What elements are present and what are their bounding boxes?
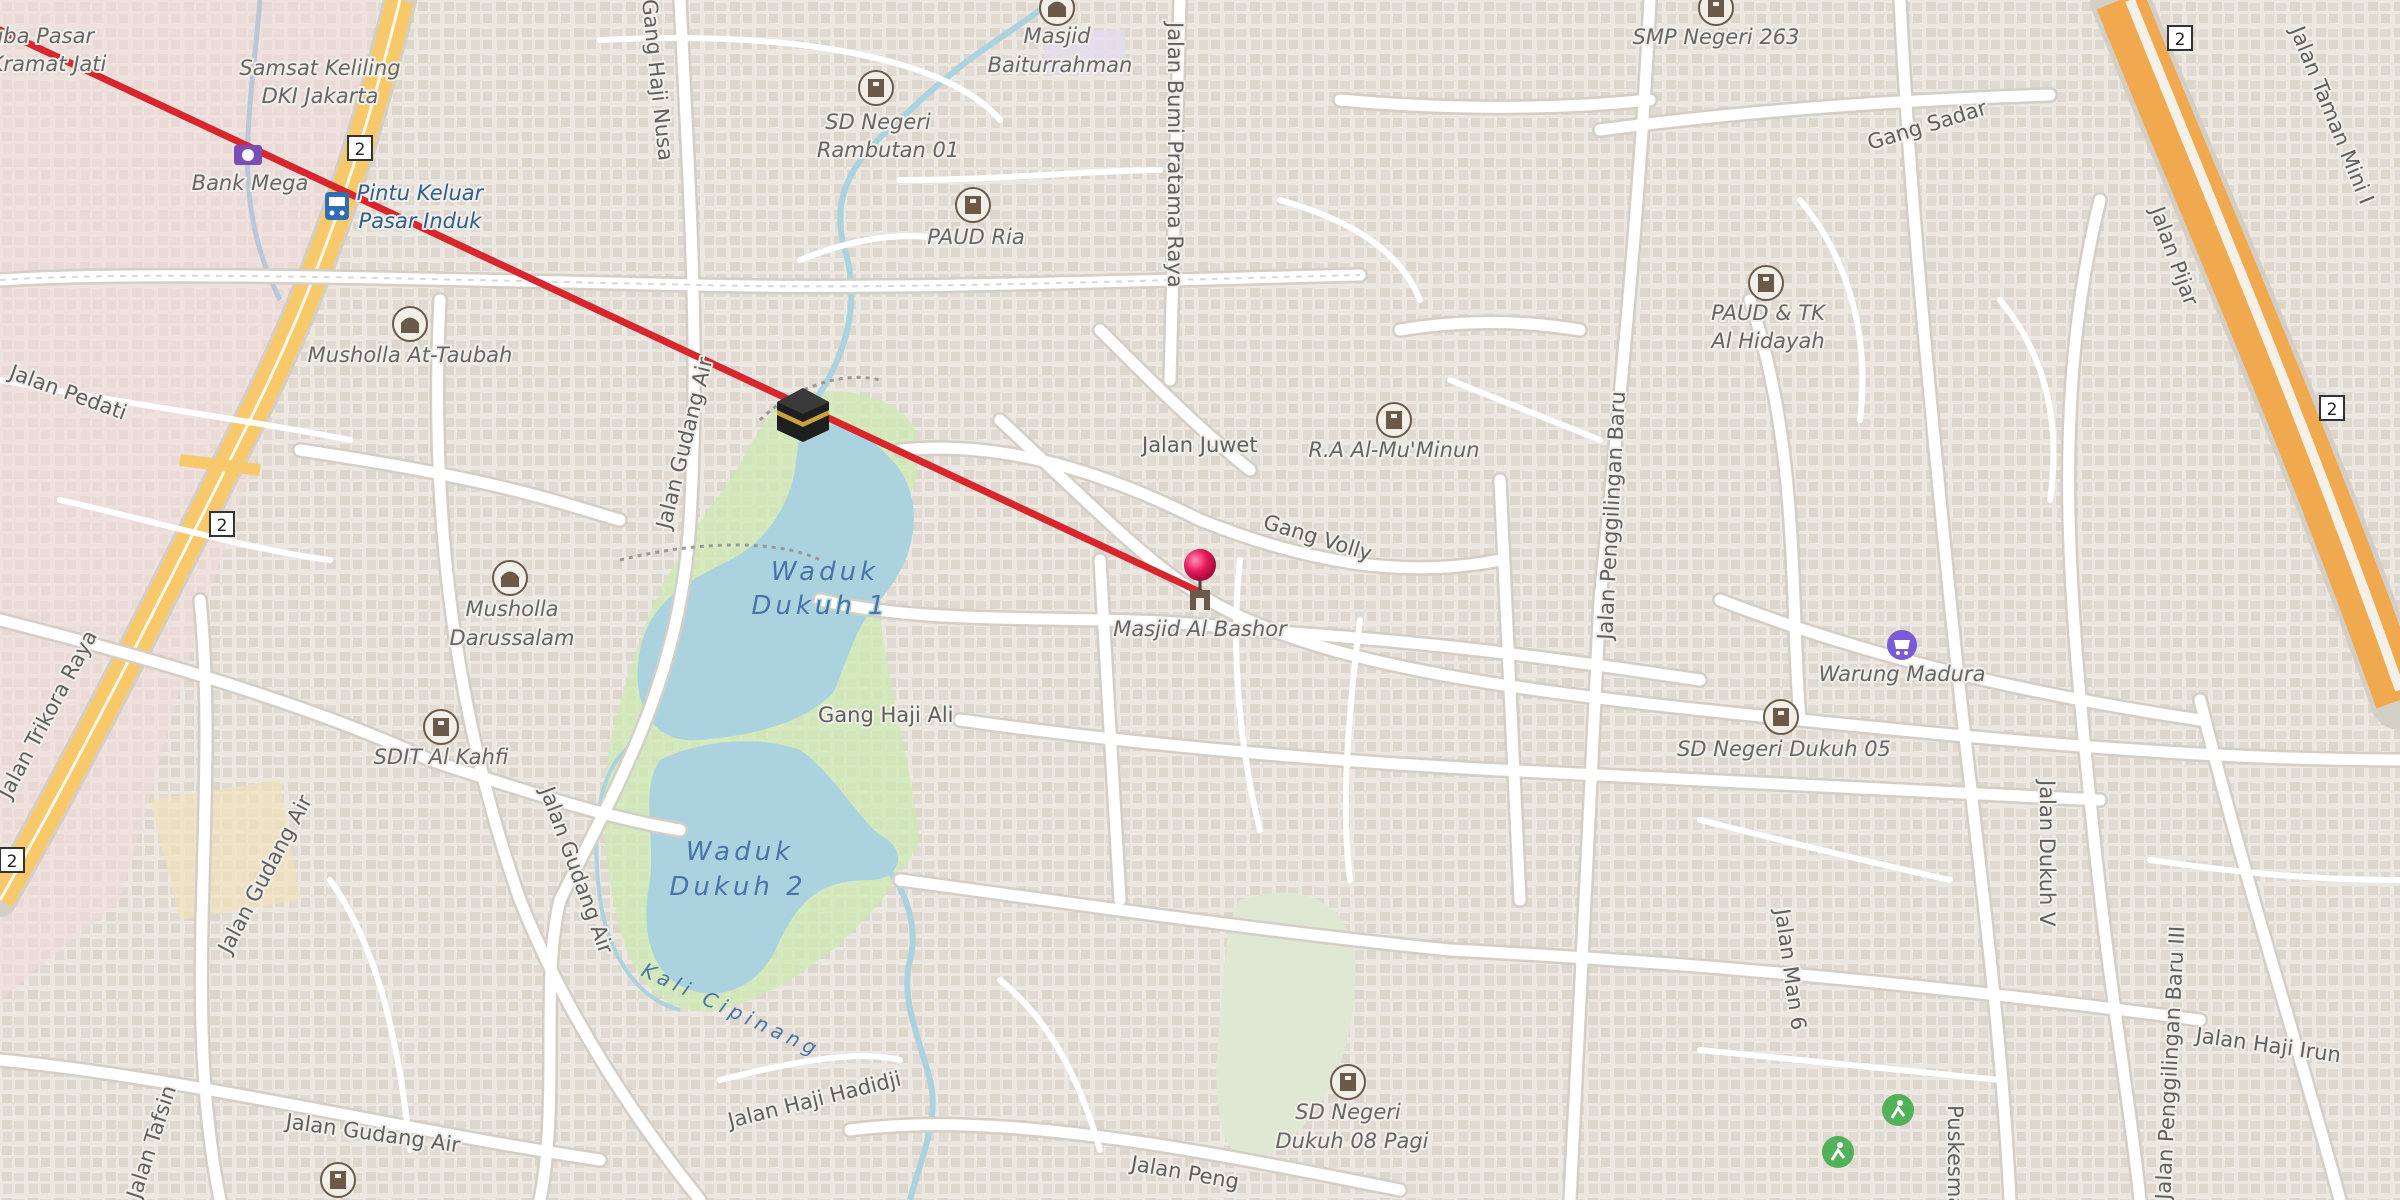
school-icon[interactable] [955, 187, 991, 223]
street-label-gang-haji-ali: Gang Haji Ali [818, 703, 954, 727]
poi-label-paud-tk: PAUD & TK [1711, 301, 1827, 325]
poi-label-sd-negeri-dukuh-08: SD Negeri [1295, 1100, 1401, 1124]
poi-label-musholla-darussalam: Darussalam [450, 626, 575, 650]
poi-label-sd-rambutan: SD Negeri [825, 110, 931, 134]
poi-label-samsat: DKI Jakarta [262, 84, 379, 108]
poi-label-bus-stop: Pintu Keluar [357, 181, 485, 205]
poi-label-pasar: gba Pasar [0, 24, 95, 48]
poi-label-samsat: Samsat Keliling [239, 56, 400, 80]
poi-label-puskesmas: Puskesmas [1943, 1105, 1967, 1200]
poi-label-ra-al-muminun: R.A Al-Mu'Minun [1308, 438, 1479, 462]
street-label-jalan-juwet: Jalan Juwet [1140, 433, 1258, 457]
school-icon[interactable] [1376, 402, 1412, 438]
street-label-jalan-dukuh-v: Jalan Dukuh V [2035, 778, 2059, 927]
poi-label-musholla-at-taubah: Musholla At-Taubah [308, 343, 513, 367]
poi-label-bank-mega: Bank Mega [192, 171, 309, 195]
route-shield: 2 [347, 135, 373, 161]
route-shield-label: 2 [217, 516, 228, 536]
poi-label-paud-tk: Al Hidayah [1709, 329, 1824, 353]
school-icon[interactable] [1330, 1064, 1366, 1100]
sports-icon[interactable] [1822, 1136, 1854, 1168]
route-shield-label: 2 [2327, 400, 2338, 420]
poi-label-sdit-al-kahfi: SDIT Al Kahfi [374, 745, 509, 769]
shop-icon[interactable] [1887, 630, 1917, 660]
school-icon[interactable] [858, 70, 894, 106]
water-label-waduk-dukuh-2: Dukuh 2 [669, 872, 806, 902]
route-shield-label: 2 [2175, 30, 2186, 50]
route-shield: 2 [2167, 25, 2193, 51]
mosque-icon[interactable] [392, 306, 428, 342]
poi-label-masjid-baiturrahman: Baiturrahman [988, 53, 1133, 77]
route-shield-label: 2 [355, 140, 366, 160]
route-shield-label: 2 [7, 852, 18, 872]
street-label-jalan-bumi-pratama: Jalan Bumi Pratama Raya [1163, 20, 1187, 288]
poi-label-sd-negeri-dukuh-05: SD Negeri Dukuh 05 [1677, 737, 1891, 761]
poi-label-masjid-baiturrahman: Masjid [1024, 24, 1092, 48]
poi-label-bus-stop: Pasar Induk [359, 209, 483, 233]
poi-label-sd-rambutan: Rambutan 01 [817, 138, 959, 162]
poi-label-sd-negeri-dukuh-08: Dukuh 08 Pagi [1275, 1129, 1428, 1153]
poi-label-warung-madura: Warung Madura [1819, 662, 1986, 686]
poi-label-masjid-al-bashor: Masjid Al Bashor [1113, 617, 1288, 641]
route-shield: 2 [2319, 395, 2345, 421]
school-icon[interactable] [1698, 0, 1734, 26]
mosque-icon[interactable] [1039, 0, 1075, 26]
route-shield: 2 [209, 511, 235, 537]
poi-label-smp-263: SMP Negeri 263 [1633, 25, 1800, 49]
water-label-waduk-dukuh-2: Waduk [686, 837, 794, 867]
school-icon[interactable] [320, 1162, 356, 1198]
poi-label-paud-ria: PAUD Ria [927, 225, 1025, 249]
mosque-icon[interactable] [1190, 590, 1210, 610]
school-icon[interactable] [1748, 265, 1784, 301]
sports-icon[interactable] [1882, 1094, 1914, 1126]
school-icon[interactable] [423, 709, 459, 745]
poi-label-musholla-darussalam: Musholla [465, 597, 558, 621]
school-icon[interactable] [1763, 699, 1799, 735]
bus-stop-icon[interactable] [325, 192, 349, 220]
water-label-waduk-dukuh-1: Waduk [771, 557, 879, 587]
poi-label-pasar: Kramat Jati [0, 52, 106, 76]
map-canvas[interactable]: 2 2 2 2 2 gba Pasar Kramat Jati Samsat K… [0, 0, 2400, 1200]
route-shield: 2 [0, 847, 25, 873]
mosque-icon[interactable] [492, 560, 528, 596]
bank-icon[interactable] [234, 145, 262, 165]
water-label-waduk-dukuh-1: Dukuh 1 [751, 591, 888, 621]
